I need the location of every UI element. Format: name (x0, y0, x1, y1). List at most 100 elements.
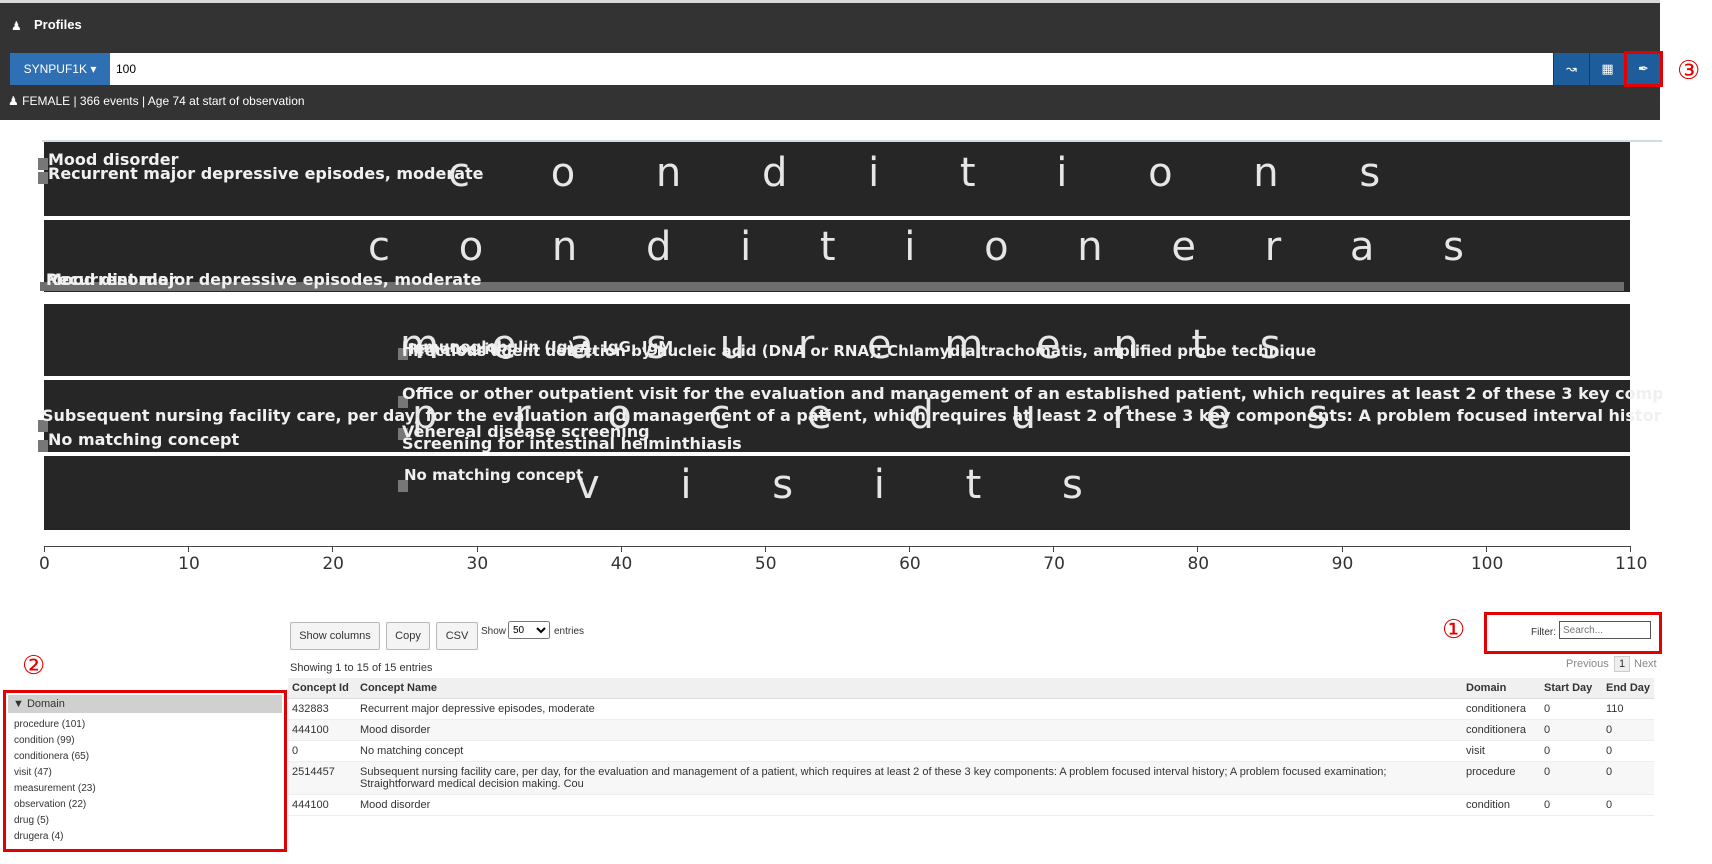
annotation-marker-1: ① (1442, 614, 1466, 644)
copy-button[interactable]: Copy (386, 622, 430, 650)
timeline-chart[interactable]: c o n d i t i o n s Mood disorder Recurr… (0, 128, 1712, 598)
table-row[interactable]: 444100 Mood disorder condition 0 0 (288, 794, 1654, 816)
brush-button[interactable]: ✒ (1624, 51, 1663, 87)
x-axis-tick (909, 546, 911, 552)
column-header-domain[interactable]: Domain (1462, 678, 1540, 699)
age-text: Age 74 at start of observation (147, 94, 305, 108)
filter-search-input[interactable] (1559, 621, 1651, 639)
event-label: No matching concept (404, 466, 584, 484)
filter-icon: ▼ (13, 698, 24, 710)
page-size-select[interactable]: 50 (508, 621, 550, 639)
x-axis-tick (764, 546, 766, 552)
cell-concept-id: 432883 (288, 698, 356, 720)
filter-box: Filter: (1484, 612, 1662, 654)
x-axis-tick-label: 110 (1615, 554, 1648, 574)
band-divider (44, 376, 1630, 380)
show-label: Show (481, 626, 507, 637)
x-axis-tick (476, 546, 478, 552)
pagination-page-1[interactable]: 1 (1614, 656, 1631, 672)
pagination-previous[interactable]: Previous (1566, 658, 1609, 670)
table-view-button[interactable]: ▦ (1590, 53, 1625, 85)
domain-filter-item[interactable]: observation (22) (14, 799, 86, 810)
domain-filter-item[interactable]: measurement (23) (14, 783, 96, 794)
event-label: Screening for intestinal helminthiasis (402, 434, 742, 453)
cell-start-day: 0 (1540, 794, 1602, 816)
cell-concept-name: Recurrent major depressive episodes, mod… (356, 698, 1462, 720)
annotation-marker-2: ② (22, 650, 46, 680)
cell-concept-name: No matching concept (356, 740, 1462, 762)
event-marker[interactable] (38, 440, 48, 452)
event-label: Office or other outpatient visit for the… (402, 384, 1662, 403)
show-columns-button[interactable]: Show columns (290, 622, 380, 650)
x-axis-tick (620, 546, 622, 552)
domain-filter-item[interactable]: drug (5) (14, 815, 49, 826)
x-axis-tick-label: 0 (39, 554, 50, 574)
entries-label: entries (554, 626, 585, 637)
column-header-concept-id[interactable]: Concept Id (288, 678, 356, 699)
table-row[interactable]: 444100 Mood disorder conditionera 0 0 (288, 719, 1654, 741)
pagination-next[interactable]: Next (1634, 658, 1657, 670)
event-marker[interactable] (38, 172, 48, 184)
domain-filter-header[interactable]: ▼ Domain (8, 695, 282, 713)
cell-concept-id: 444100 (288, 794, 356, 816)
cell-concept-id: 0 (288, 740, 356, 762)
x-axis-tick (44, 546, 45, 552)
x-axis-tick-label: 70 (1043, 554, 1065, 574)
table-row[interactable]: 2514457 Subsequent nursing facility care… (288, 761, 1654, 795)
showing-info: Showing 1 to 15 of 15 entries (290, 662, 433, 674)
x-axis-tick-label: 40 (610, 554, 633, 574)
x-axis-tick-label: 20 (322, 554, 344, 574)
cell-start-day: 0 (1540, 698, 1602, 720)
cell-start-day: 0 (1540, 719, 1602, 741)
event-label: No matching concept (48, 430, 240, 449)
domain-filter-item[interactable]: conditionera (65) (14, 751, 89, 762)
caret-down-icon: ▾ (90, 62, 97, 76)
x-axis-tick-label: 100 (1470, 554, 1504, 574)
x-axis-line (44, 546, 1630, 547)
x-axis-tick-label: 50 (754, 554, 777, 574)
x-axis-tick-label: 10 (178, 554, 200, 574)
brush-icon: ✒ (1638, 61, 1649, 76)
event-label: Recurrent major depressive episodes, mod… (46, 270, 482, 289)
band-divider (44, 452, 1630, 456)
source-dropdown-button[interactable]: SYNPUF1K ▾ (10, 53, 110, 85)
person-info: ♟ FEMALE | 366 events | Age 74 at start … (8, 94, 305, 108)
event-label: Recurrent major depressive episodes, mod… (48, 164, 484, 183)
cell-end-day: 0 (1602, 761, 1654, 795)
x-axis-tick-label: 80 (1187, 554, 1210, 574)
event-marker[interactable] (38, 158, 48, 170)
x-axis-tick (1341, 546, 1343, 552)
domain-word-conditions: c o n d i t i o n s (448, 150, 1415, 196)
cell-start-day: 0 (1540, 740, 1602, 762)
table-row[interactable]: 432883 Recurrent major depressive episod… (288, 698, 1654, 720)
user-icon: ♟ (11, 19, 22, 33)
column-header-concept-name[interactable]: Concept Name (356, 678, 1462, 699)
source-label: SYNPUF1K (23, 62, 87, 76)
cell-concept-id: 2514457 (288, 761, 356, 795)
x-axis-tick-label: 60 (899, 554, 921, 574)
csv-button[interactable]: CSV (436, 622, 478, 650)
procedures-label-clip: Office or other outpatient visit for the… (0, 356, 1662, 466)
table-row[interactable]: 0 No matching concept visit 0 0 (288, 740, 1654, 762)
x-axis-tick-label: 90 (1331, 554, 1354, 574)
profile-panel: ♟ Profiles SYNPUF1K ▾ ↝ ▦ ✒ ♟ FEMALE | 3… (0, 0, 1663, 120)
x-axis-tick (188, 546, 190, 552)
event-label: Immunoglobulin (Ig) A, IgG, IgM (402, 338, 674, 356)
cell-start-day: 0 (1540, 761, 1602, 795)
domain-filter-title: Domain (26, 698, 65, 710)
cell-end-day: 0 (1602, 794, 1654, 816)
domain-filter-item[interactable]: drugera (4) (14, 831, 63, 842)
domain-filter-item[interactable]: procedure (101) (14, 719, 85, 730)
cell-domain: conditionera (1462, 698, 1540, 720)
person-id-input[interactable] (110, 53, 1553, 85)
column-header-end-day[interactable]: End Day (1602, 678, 1654, 699)
title-bar: ♟ Profiles (0, 3, 1660, 49)
domain-filter-item[interactable]: condition (99) (14, 735, 75, 746)
x-axis-tick (1485, 546, 1487, 552)
domain-filter-item[interactable]: visit (47) (14, 767, 52, 778)
domain-filter-panel: ▼ Domain procedure (101) condition (99) … (3, 690, 287, 852)
domain-word-visits: v i s i t s (576, 462, 1117, 508)
column-header-start-day[interactable]: Start Day (1540, 678, 1602, 699)
chart-view-button[interactable]: ↝ (1554, 53, 1589, 85)
filter-label: Filter: (1531, 627, 1556, 638)
